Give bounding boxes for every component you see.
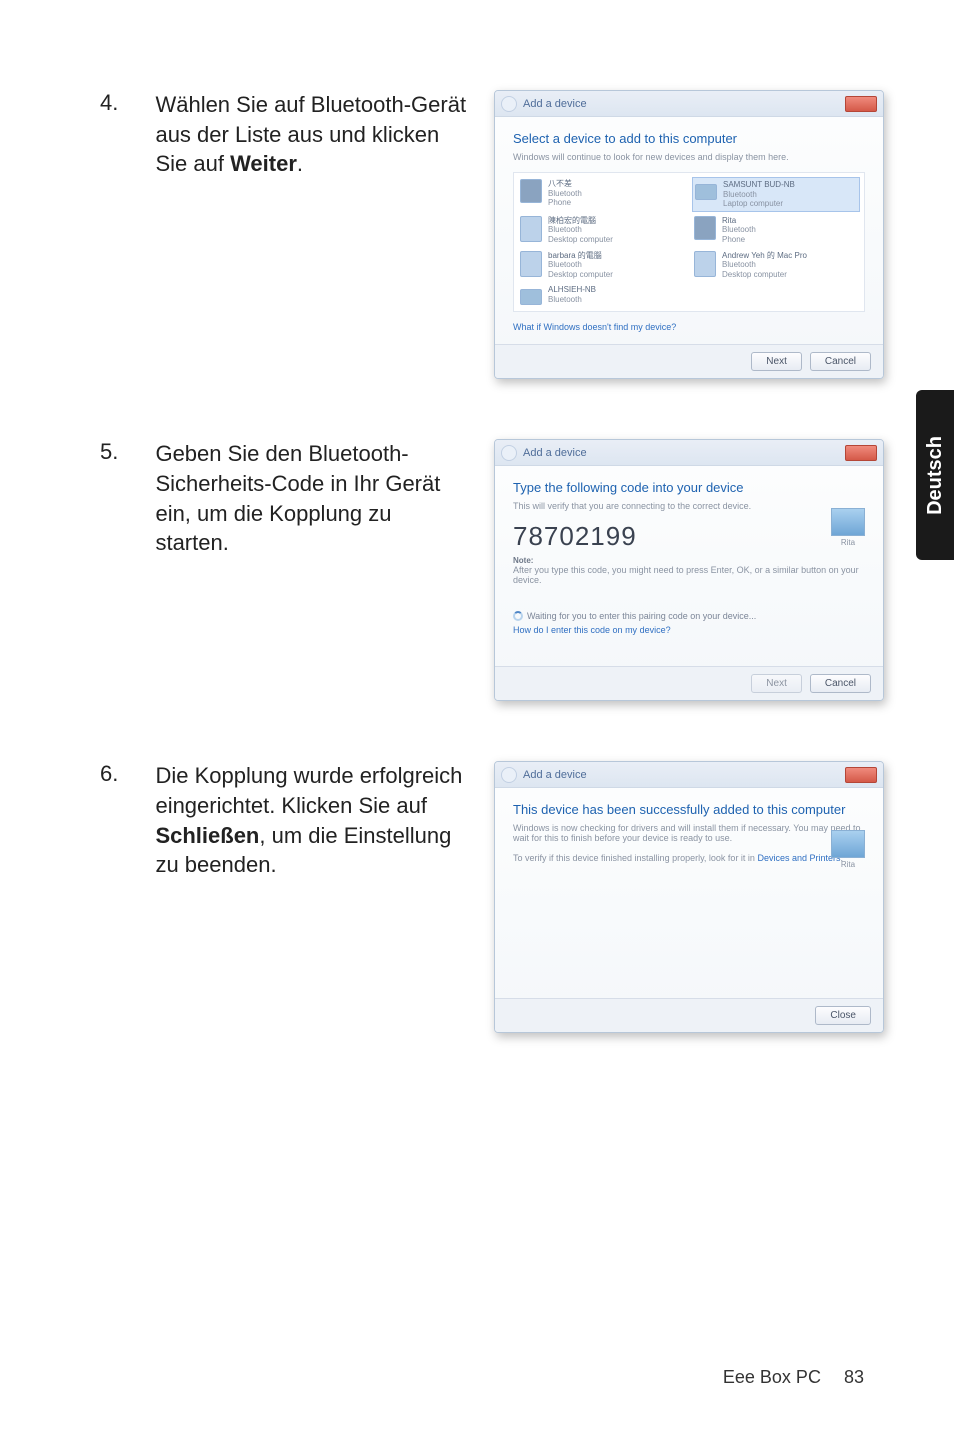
dialog-select-device: Add a device Select a device to add to t… bbox=[494, 90, 884, 379]
dialog-success: Add a device This device has been succes… bbox=[494, 761, 884, 1033]
cancel-button[interactable]: Cancel bbox=[810, 674, 871, 693]
note-label: Note: bbox=[513, 556, 865, 565]
close-button[interactable]: Close bbox=[815, 1006, 871, 1025]
step-text: Wählen Sie auf Bluetooth-Gerät aus der L… bbox=[155, 90, 470, 179]
step-text: Die Kopplung wurde erfolgreich eingerich… bbox=[155, 761, 470, 880]
device-icon bbox=[831, 830, 865, 858]
help-link[interactable]: How do I enter this code on my device? bbox=[513, 625, 865, 635]
language-tab: Deutsch bbox=[916, 390, 954, 560]
dialog-body-text-2: To verify if this device finished instal… bbox=[513, 853, 865, 863]
close-icon[interactable] bbox=[845, 767, 877, 783]
device-item[interactable]: Andrew Yeh 的 Mac ProBluetoothDesktop com… bbox=[692, 249, 860, 282]
next-button[interactable]: Next bbox=[751, 352, 802, 371]
dialog-body-text: Windows is now checking for drivers and … bbox=[513, 823, 865, 843]
step-text: Geben Sie den Bluetooth-Sicherheits-Code… bbox=[155, 439, 470, 558]
dialog-titlebar: Add a device bbox=[495, 440, 883, 466]
device-item[interactable]: RitaBluetoothPhone bbox=[692, 214, 860, 247]
spinner-icon bbox=[513, 611, 523, 621]
nav-back-icon[interactable] bbox=[501, 767, 517, 783]
dialog-titlebar: Add a device bbox=[495, 762, 883, 788]
help-link[interactable]: What if Windows doesn't find my device? bbox=[513, 322, 865, 332]
dialog-heading: This device has been successfully added … bbox=[513, 802, 865, 817]
nav-back-icon[interactable] bbox=[501, 96, 517, 112]
dialog-heading: Select a device to add to this computer bbox=[513, 131, 865, 146]
pairing-code: 78702199 bbox=[513, 521, 865, 552]
page-footer: Eee Box PC 83 bbox=[723, 1367, 864, 1388]
dialog-titlebar: Add a device bbox=[495, 91, 883, 117]
next-button: Next bbox=[751, 674, 802, 693]
dialog-subtitle: This will verify that you are connecting… bbox=[513, 501, 865, 511]
target-device: Rita bbox=[831, 508, 865, 547]
device-list: 八不差BluetoothPhone SAMSUNT BUD-NBBluetoot… bbox=[513, 172, 865, 312]
dialog-heading: Type the following code into your device bbox=[513, 480, 865, 495]
language-tab-label: Deutsch bbox=[924, 436, 947, 515]
close-icon[interactable] bbox=[845, 445, 877, 461]
step-5-row: 5. Geben Sie den Bluetooth-Sicherheits-C… bbox=[100, 439, 884, 701]
device-icon bbox=[831, 508, 865, 536]
device-item[interactable]: barbara 的電腦BluetoothDesktop computer bbox=[518, 249, 686, 282]
device-item[interactable]: 八不差BluetoothPhone bbox=[518, 177, 686, 212]
nav-back-icon[interactable] bbox=[501, 445, 517, 461]
close-icon[interactable] bbox=[845, 96, 877, 112]
breadcrumb: Add a device bbox=[523, 769, 587, 781]
page: Deutsch 4. Wählen Sie auf Bluetooth-Gerä… bbox=[0, 0, 954, 1438]
dialog-pairing-code: Add a device Type the following code int… bbox=[494, 439, 884, 701]
breadcrumb: Add a device bbox=[523, 447, 587, 459]
device-item[interactable]: 陳柏宏的電腦BluetoothDesktop computer bbox=[518, 214, 686, 247]
footer-page-number: 83 bbox=[844, 1367, 864, 1387]
note-text: After you type this code, you might need… bbox=[513, 565, 865, 585]
step-4-row: 4. Wählen Sie auf Bluetooth-Gerät aus de… bbox=[100, 90, 884, 379]
step-6-row: 6. Die Kopplung wurde erfolgreich einger… bbox=[100, 761, 884, 1033]
cancel-button[interactable]: Cancel bbox=[810, 352, 871, 371]
target-device: Rita bbox=[831, 830, 865, 869]
waiting-text: Waiting for you to enter this pairing co… bbox=[527, 611, 756, 621]
breadcrumb: Add a device bbox=[523, 98, 587, 110]
dialog-subtitle: Windows will continue to look for new de… bbox=[513, 152, 865, 162]
device-item[interactable]: ALHSIEH-NBBluetooth bbox=[518, 283, 686, 307]
step-number: 6. bbox=[100, 761, 131, 787]
devices-printers-link[interactable]: Devices and Printers bbox=[757, 853, 840, 863]
device-item-selected[interactable]: SAMSUNT BUD-NBBluetoothLaptop computer bbox=[692, 177, 860, 212]
step-number: 4. bbox=[100, 90, 131, 116]
footer-product: Eee Box PC bbox=[723, 1367, 821, 1387]
step-number: 5. bbox=[100, 439, 131, 465]
